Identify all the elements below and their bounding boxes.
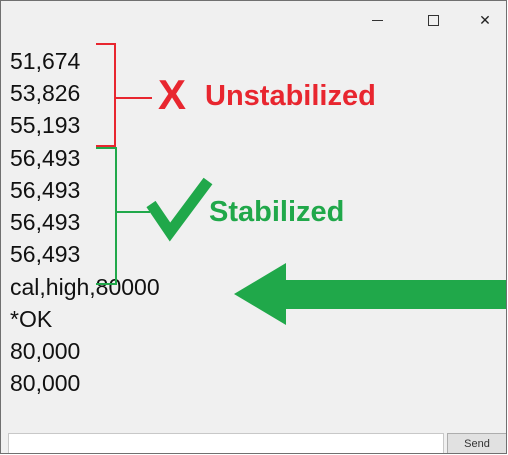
maximize-button[interactable] [410, 1, 456, 40]
x-mark-icon: X [158, 71, 187, 118]
title-bar[interactable]: ✕ [1, 1, 506, 40]
serial-input[interactable] [8, 433, 444, 453]
output-line: 56,493 [10, 209, 81, 235]
send-button[interactable]: Send [447, 433, 506, 453]
maximize-icon [427, 15, 439, 26]
output-line: 56,493 [10, 241, 81, 267]
output-line: 55,193 [10, 112, 81, 138]
output-line: 80,000 [10, 338, 81, 364]
stabilized-label: Stabilized [209, 196, 345, 228]
output-line: cal,high,80000 [10, 274, 160, 300]
output-line: 56,493 [10, 145, 81, 171]
input-bar: Send [1, 431, 506, 453]
close-icon: ✕ [479, 12, 491, 28]
minimize-icon [371, 20, 383, 21]
output-line: 56,493 [10, 177, 81, 203]
close-button[interactable]: ✕ [462, 1, 506, 40]
output-line: 80,000 [10, 370, 81, 396]
output-line: *OK [10, 306, 53, 332]
minimize-button[interactable] [354, 1, 400, 40]
output-line: 53,826 [10, 80, 81, 106]
unstabilized-label: Unstabilized [205, 80, 376, 112]
output-line: 51,674 [10, 48, 81, 74]
